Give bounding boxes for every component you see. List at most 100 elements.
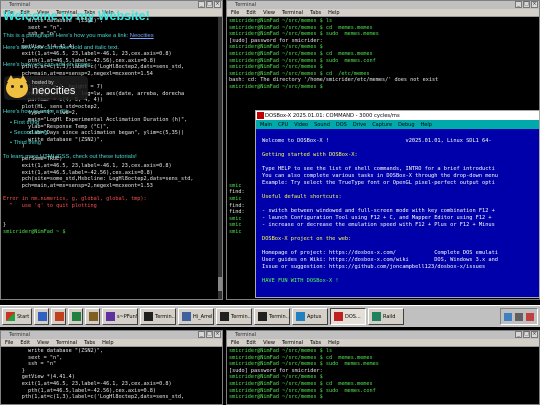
dos-menu-video[interactable]: Video [294,122,308,128]
taskbar-button[interactable] [51,308,66,325]
output-line: - switch between windowed and full-scree… [262,208,495,214]
output-line: You can also complete various tasks in D… [262,173,498,179]
menu-file[interactable]: File [5,340,13,346]
taskbar-button[interactable] [34,308,49,325]
menu-tabs[interactable]: Tabs [310,340,321,346]
taskbar-button[interactable] [85,308,100,325]
output-line: getView *(4.41.4) [3,374,75,381]
dos-menu-cpu[interactable]: CPU [278,122,288,128]
network-icon[interactable] [504,312,512,321]
taskbar-button[interactable]: DOS... [330,308,366,325]
tray-app-icon[interactable] [526,312,534,321]
dosbox-screen[interactable]: Welcome to DOSBox-X ! v2025.01.01, Linux… [256,129,539,287]
close-icon[interactable]: × [214,1,221,8]
taskbar-button-label: Termin... [231,313,252,320]
terminal-bottom-left[interactable]: Terminal _ □ × File Edit View Terminal Tab… [0,330,223,405]
close-icon[interactable]: × [214,331,221,338]
dos-menu-debug[interactable]: Debug [398,122,414,128]
terminal-titlebar[interactable]: Terminal _ □ × [1,1,222,9]
taskbar-button[interactable]: Aptus [292,308,328,325]
maximize-icon[interactable]: □ [523,331,530,338]
menu-terminal[interactable]: Terminal [282,340,303,346]
terminal-titlebar[interactable]: Terminal _ □ × [1,331,222,339]
app-icon [38,312,47,321]
minimize-icon[interactable]: _ [198,331,205,338]
neocities-badge[interactable]: hosted by neocities [4,75,88,100]
taskbar-button[interactable]: Termin... [216,308,252,325]
taskbar-button[interactable]: Termin... [140,308,176,325]
menu-file[interactable]: File [231,10,239,16]
menu-file[interactable]: File [231,340,239,346]
menu-edit[interactable]: Edit [246,340,256,346]
menu-edit[interactable]: Edit [20,340,30,346]
maximize-icon[interactable]: □ [206,1,213,8]
terminal-titlebar[interactable]: Terminal _ □ × [227,1,539,9]
output-line: smicrider@NimFad ~ $ [3,229,69,235]
volume-icon[interactable] [515,312,523,321]
dos-menu-dos[interactable]: DOS [336,122,347,128]
minimize-icon[interactable]: _ [198,1,205,8]
window-title: Terminal [9,332,31,338]
app-icon [72,312,81,321]
scrollbar[interactable] [218,17,222,299]
menu-help[interactable]: Help [328,10,339,16]
output-line: sext = "n", [3,24,63,31]
taskbar-button[interactable]: Raild [368,308,404,325]
window-title: Terminal [9,2,31,8]
maximize-icon[interactable]: □ [206,331,213,338]
menu-terminal[interactable]: Terminal [56,340,77,346]
neocities-link[interactable]: Neocities [130,33,154,39]
start-button[interactable]: Start [2,308,32,325]
menu-edit[interactable]: Edit [246,10,256,16]
taskbar-button-label: DOS... [345,313,361,320]
terminal-output[interactable]: write database "(ZSN2)", sext = "n", ssh… [1,347,222,402]
minimize-icon[interactable]: _ [515,1,522,8]
terminal-output[interactable]: smicrider@NimFad ~/src/memes $ ls smicrid… [227,347,539,402]
output-line: pch=main,at=ms=sensp=2,negexl=mcxeont=1.… [3,182,153,189]
maximize-icon[interactable]: □ [523,1,530,8]
web-list-item: • First thing [10,120,40,126]
output-line: smicrider@NimFad ~/src/memes $ [229,64,323,71]
app-icon [296,312,305,321]
dos-menu-drive[interactable]: Drive [353,122,366,128]
output-line: smicrider@NimFad ~/src/memes $ sudo meme… [229,57,376,64]
menu-view[interactable]: View [37,340,49,346]
close-icon[interactable]: × [531,1,538,8]
dos-menu-capture[interactable]: Capture [372,122,392,128]
output-line: Error in nm.numerics, g, global, global,… [3,196,147,203]
output-line: exit(1,at=46.5, 23,label=-46.1, 23,cex.a… [3,163,172,170]
dos-menu-sound[interactable]: Sound [314,122,330,128]
output-line: exit(1,at=46.5,label=-42.56),cex.axis=0.… [3,169,153,176]
output-line: smicrider@NimFad ~/src/memes $ sudo meme… [229,31,379,38]
dosbox-titlebar[interactable]: DOSBox-X 2025.01.01: COMMAND - 3000 cycl… [256,111,539,120]
taskbar-button[interactable]: Hi_Arrel... [178,308,214,325]
dos-menu-main[interactable]: Main [260,122,272,128]
output-line: write database "(ZSN2)", [3,348,103,354]
output-line: Useful default shortcuts: [262,194,342,200]
output-line: smicrider@NimFad ~/src/memes $ [229,44,323,51]
dosbox-menu-bar: Main CPU Video Sound DOS Drive Capture D… [256,120,539,129]
taskbar-button-label: s~PFun! [117,313,138,320]
output-line: [sudo] password for smicrider: [229,367,323,374]
menu-tabs[interactable]: Tabs [310,10,321,16]
app-icon [144,312,153,321]
dos-menu-help[interactable]: Help [421,122,432,128]
taskbar-button[interactable]: s~PFun! [102,308,138,325]
taskbar-button[interactable]: Termin... [254,308,290,325]
dosbox-window[interactable]: DOSBox-X 2025.01.01: COMMAND - 3000 cycl… [255,110,540,298]
taskbar-button[interactable] [68,308,83,325]
close-icon[interactable]: × [531,331,538,338]
output-line: Issue or suggestion: https://github.com/… [262,264,486,270]
menu-view[interactable]: View [263,10,275,16]
menu-help[interactable]: Help [102,340,113,346]
menu-view[interactable]: View [263,340,275,346]
menu-terminal[interactable]: Terminal [282,10,303,16]
terminal-bottom-right[interactable]: Terminal _ □ × File Edit View Terminal Tab… [226,330,540,405]
menu-tabs[interactable]: Tabs [84,340,95,346]
terminal-titlebar[interactable]: Terminal _ □ × [227,331,539,339]
minimize-icon[interactable]: _ [515,331,522,338]
menu-help[interactable]: Help [328,340,339,346]
